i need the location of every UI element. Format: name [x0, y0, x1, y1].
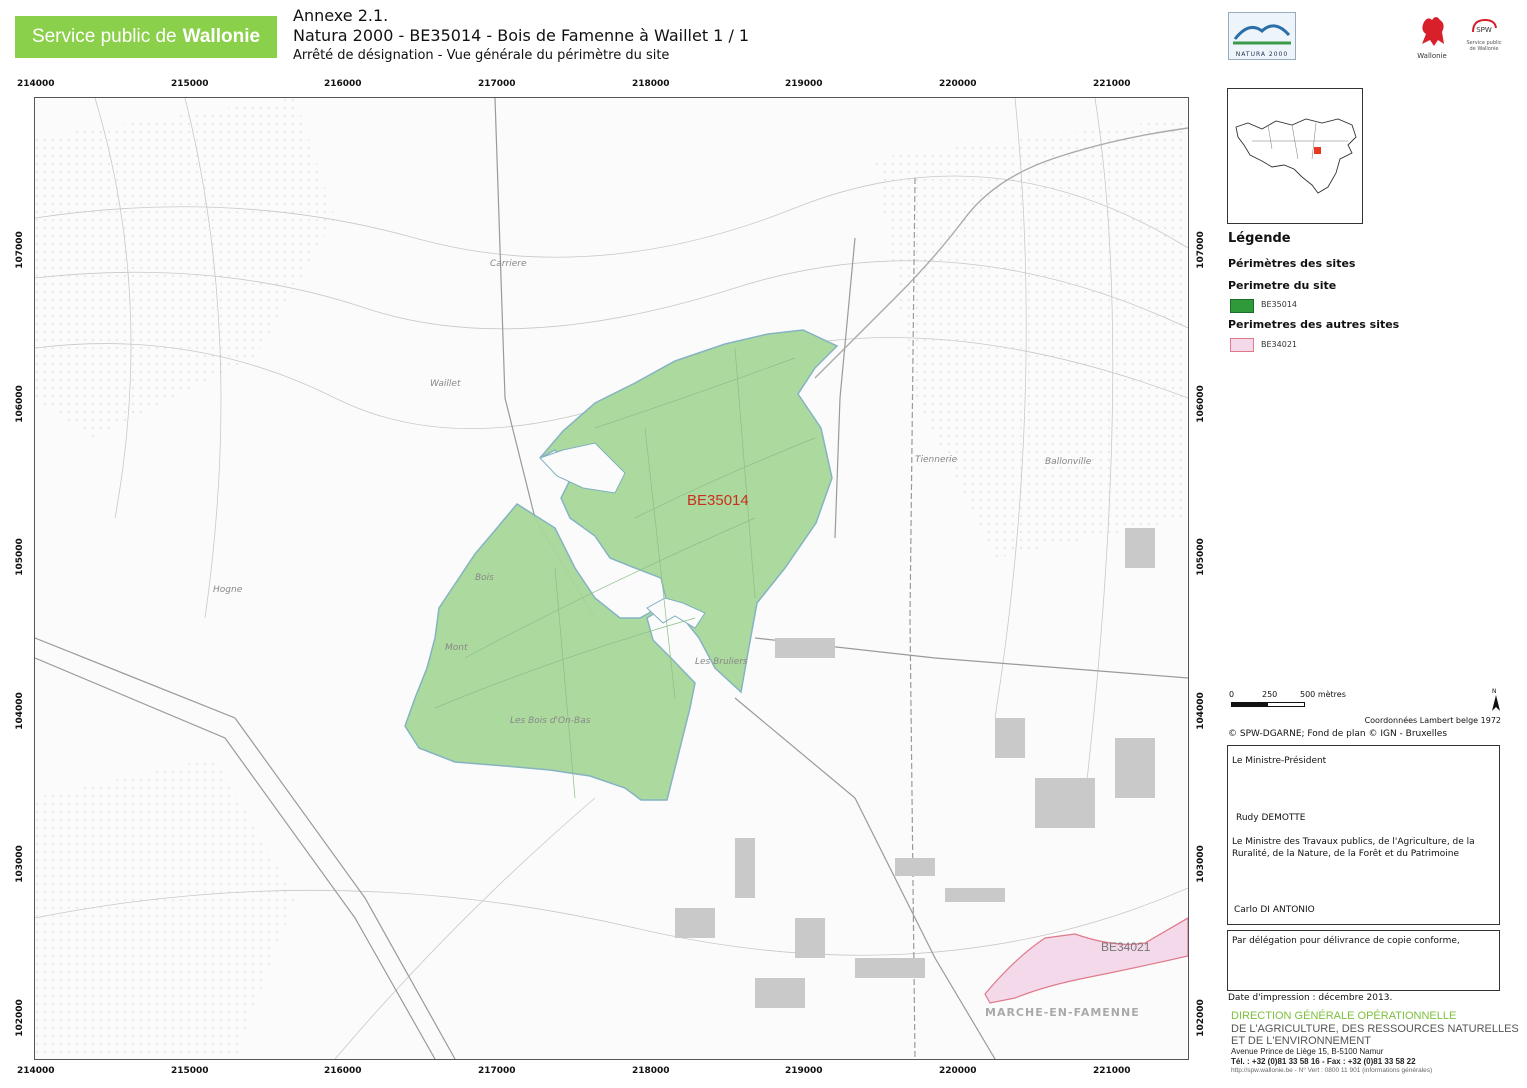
legend-other-group: Perimetres des autres sites: [1228, 318, 1400, 331]
rooster-icon: [1422, 17, 1444, 46]
natura-2000-logo: NATURA 2000: [1228, 12, 1296, 60]
dgo-line-1: DIRECTION GÉNÉRALE OPÉRATIONNELLE: [1231, 1010, 1457, 1022]
x-tick-label: 220000: [939, 79, 977, 89]
signatory-title-2: Le Ministre des Travaux publics, de l'Ag…: [1232, 837, 1475, 859]
scale-bar: 0 250 500 mètres N Coordonnées Lambert b…: [1229, 688, 1509, 730]
y-tick-label: 103000: [14, 845, 25, 883]
y-tick-label: 106000: [1195, 385, 1206, 423]
x-tick-label: 217000: [478, 1066, 516, 1076]
place-label: Les Bois d'On-Bas: [510, 716, 591, 726]
map-title: Natura 2000 - BE35014 - Bois de Famenne …: [293, 26, 750, 45]
legend-other-item: BE34021: [1261, 340, 1297, 349]
signatory-name-2: Carlo DI ANTONIO: [1234, 905, 1315, 915]
brand-prefix: Service public de: [31, 26, 177, 47]
scale-tick-250: 250: [1262, 690, 1278, 699]
locator-inset-map: [1227, 88, 1363, 224]
dgo-line-3: ET DE L'ENVIRONNEMENT: [1231, 1035, 1372, 1047]
x-tick-label: 215000: [171, 79, 209, 89]
legend-title: Légende: [1228, 231, 1291, 246]
coordinate-system: Coordonnées Lambert belge 1972: [1364, 716, 1501, 725]
place-label: Les Bruliers: [695, 657, 748, 667]
legend-site-swatch: [1230, 299, 1254, 313]
wallonie-logo-text: Wallonie: [1417, 52, 1447, 60]
x-tick-label: 214000: [17, 1066, 55, 1076]
x-tick-label: 218000: [632, 79, 670, 89]
signatory-title-1: Le Ministre-Président: [1232, 756, 1327, 766]
y-tick-label: 107000: [1195, 231, 1206, 269]
x-tick-label: 220000: [939, 1066, 977, 1076]
spw-brand-banner: Service public de Wallonie: [15, 16, 277, 58]
delegation-text: Par délégation pour délivrance de copie …: [1232, 936, 1460, 946]
spw-logo-subtext: Service public de Wallonie: [1466, 40, 1502, 52]
signature-box: Le Ministre-Président Rudy DEMOTTE Le Mi…: [1227, 745, 1500, 925]
scale-bar-graphic: [1231, 702, 1305, 707]
x-tick-label: 216000: [324, 1066, 362, 1076]
x-tick-label: 219000: [785, 1066, 823, 1076]
y-tick-label: 106000: [14, 385, 25, 423]
map-subtitle: Arrêté de désignation - Vue générale du …: [293, 48, 670, 63]
x-tick-label: 215000: [171, 1066, 209, 1076]
delegation-box: Par délégation pour délivrance de copie …: [1227, 930, 1500, 991]
legend-other-swatch: [1230, 338, 1254, 352]
place-label: Waillet: [430, 379, 461, 389]
place-label: Carriere: [490, 259, 527, 269]
legend-site-group: Perimetre du site: [1228, 279, 1337, 292]
wallonia-outline-svg: [1235, 118, 1357, 194]
x-tick-label: 221000: [1093, 79, 1131, 89]
site-label-be34021: BE34021: [1101, 940, 1151, 954]
dgo-line-2: DE L'AGRICULTURE, DES RESSOURCES NATUREL…: [1231, 1023, 1519, 1035]
annex-number: Annexe 2.1.: [293, 6, 389, 25]
site-location-marker: [1314, 147, 1321, 154]
dgo-web: http://spw.wallonie.be - N° Vert : 0800 …: [1231, 1067, 1433, 1074]
print-date: Date d'impression : décembre 2013.: [1228, 993, 1393, 1003]
north-arrow-icon: [1492, 695, 1500, 711]
x-tick-label: 216000: [324, 79, 362, 89]
x-tick-label: 214000: [17, 79, 55, 89]
dgo-phone: Tél. : +32 (0)81 33 58 16 - Fax : +32 (0…: [1231, 1057, 1416, 1066]
wallonie-rooster-logo: Wallonie: [1410, 14, 1454, 60]
north-label: N: [1492, 688, 1497, 695]
x-tick-label: 218000: [632, 1066, 670, 1076]
place-label: Ballonville: [1045, 457, 1092, 467]
y-tick-label: 103000: [1195, 845, 1206, 883]
x-tick-label: 217000: [478, 79, 516, 89]
y-tick-label: 104000: [14, 692, 25, 730]
scale-tick-500: 500 mètres: [1300, 690, 1346, 699]
y-tick-label: 102000: [14, 999, 25, 1037]
x-tick-label: 219000: [785, 79, 823, 89]
legend-site-item: BE35014: [1261, 300, 1297, 309]
y-tick-label: 102000: [1195, 999, 1206, 1037]
topographic-map-svg: Waillet Hogne Ballonville Bois Mont Les …: [35, 98, 1188, 1059]
place-label: Hogne: [213, 585, 243, 595]
map-credits: © SPW-DGARNE; Fond de plan © IGN - Bruxe…: [1228, 729, 1448, 739]
place-label: MARCHE-EN-FAMENNE: [985, 1006, 1140, 1019]
natura-bird-icon: [1233, 24, 1291, 45]
brand-name: Wallonie: [182, 26, 261, 47]
dgo-address: Avenue Prince de Liège 15, B-5100 Namur: [1231, 1047, 1384, 1056]
legend-section: Périmètres des sites: [1228, 257, 1356, 270]
y-tick-label: 105000: [1195, 538, 1206, 576]
place-label: Bois: [475, 573, 494, 583]
main-map[interactable]: Waillet Hogne Ballonville Bois Mont Les …: [34, 97, 1189, 1060]
wallonia-outline: [1235, 118, 1357, 194]
x-tick-label: 221000: [1093, 1066, 1131, 1076]
scale-tick-0: 0: [1229, 690, 1235, 699]
site-label-be35014: BE35014: [687, 492, 749, 509]
signatory-name-1: Rudy DEMOTTE: [1236, 813, 1306, 823]
y-tick-label: 107000: [14, 231, 25, 269]
place-label: Mont: [445, 643, 468, 653]
natura-logo-text: NATURA 2000: [1235, 51, 1289, 58]
place-label: Tiennerie: [915, 455, 958, 465]
y-tick-label: 105000: [14, 538, 25, 576]
spw-logo: SPW Service public de Wallonie: [1466, 16, 1502, 60]
y-tick-label: 104000: [1195, 692, 1206, 730]
